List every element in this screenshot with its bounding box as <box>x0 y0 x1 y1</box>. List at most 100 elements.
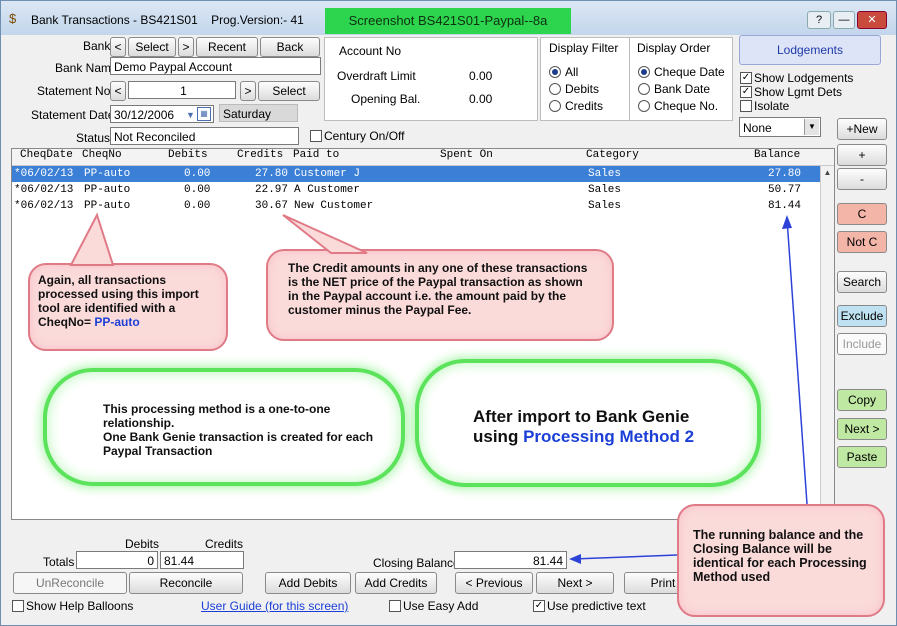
statement-select-button[interactable]: Select <box>258 81 320 101</box>
help-button[interactable]: ? <box>807 11 831 29</box>
century-checkbox[interactable] <box>310 130 322 142</box>
row-category: Sales <box>588 184 622 196</box>
lodgements-dropdown[interactable]: None ▼ <box>739 117 821 137</box>
bank-transactions-window: $ Bank Transactions - BS421S01 Prog.Vers… <box>0 0 897 626</box>
paste-button[interactable]: Paste <box>837 446 887 468</box>
back-button[interactable]: Back <box>260 37 320 57</box>
bank-name-label: Bank Name <box>55 61 118 75</box>
col-debits[interactable]: Debits <box>168 149 208 161</box>
show-help-checkbox[interactable] <box>12 600 24 612</box>
close-icon[interactable]: ✕ <box>857 11 887 29</box>
new-button[interactable]: +New <box>837 118 887 140</box>
grid-header: CheqDate CheqNo Debits Credits Paid to S… <box>12 149 834 166</box>
row-category: Sales <box>588 200 622 212</box>
next-right-button[interactable]: Next > <box>837 418 887 440</box>
row-debits: 0.00 <box>184 168 211 180</box>
order-bank-date-radio[interactable] <box>638 83 650 95</box>
previous-button[interactable]: < Previous <box>455 572 533 594</box>
overdraft-value: 0.00 <box>469 69 493 83</box>
closing-balance-field: 81.44 <box>454 551 567 569</box>
col-cheqno[interactable]: CheqNo <box>82 149 122 161</box>
minimize-icon[interactable]: — <box>833 11 855 29</box>
table-row[interactable]: *06/02/13 PP-auto 0.00 22.97 A Customer … <box>12 182 820 198</box>
lodgements-button[interactable]: Lodgements <box>739 35 881 65</box>
row-balance: 27.80 <box>768 168 802 180</box>
col-spent-on[interactable]: Spent On <box>440 149 493 161</box>
reconcile-button[interactable]: Reconcile <box>129 572 243 594</box>
row-date: *06/02/13 <box>14 184 74 196</box>
one-to-one-cloud: This processing method is a one-to-one r… <box>43 368 405 486</box>
unreconcile-button[interactable]: UnReconcile <box>13 572 127 594</box>
filter-all-radio[interactable] <box>549 66 561 78</box>
plus-button[interactable]: + <box>837 144 887 166</box>
order-cheque-no-radio[interactable] <box>638 100 650 112</box>
user-guide-link[interactable]: User Guide (for this screen) <box>201 599 348 613</box>
row-cheqno: PP-auto <box>84 168 131 180</box>
display-order-title: Display Order <box>637 41 711 55</box>
show-lgmt-dets-label: Show Lgmt Dets <box>754 85 843 99</box>
statement-day-field: Saturday <box>219 104 298 122</box>
table-row[interactable]: *06/02/13 PP-auto 0.00 30.67 New Custome… <box>12 198 820 214</box>
easy-add-label: Use Easy Add <box>403 599 479 613</box>
row-balance: 50.77 <box>768 184 802 196</box>
show-lodgements-checkbox[interactable]: ✓ <box>740 72 752 84</box>
table-row[interactable]: *06/02/13 PP-auto 0.00 27.80 Customer J … <box>12 166 820 182</box>
bank-select-button[interactable]: Select <box>128 37 176 57</box>
minus-button[interactable]: - <box>837 168 887 190</box>
recent-button[interactable]: Recent <box>196 37 258 57</box>
row-paid-to: New Customer <box>294 200 374 212</box>
statement-date-field[interactable]: 30/12/2006 ▼ ▦ <box>110 105 214 123</box>
show-help-label: Show Help Balloons <box>26 599 134 613</box>
isolate-checkbox[interactable] <box>740 100 752 112</box>
filter-debits-radio[interactable] <box>549 83 561 95</box>
bank-name-field[interactable]: Demo Paypal Account <box>110 57 321 75</box>
ppauto-callout: Again, all transactions processed using … <box>28 263 228 351</box>
order-bank-date-label: Bank Date <box>654 82 711 96</box>
method-cloud-highlight: Processing Method 2 <box>523 427 695 446</box>
filter-debits-label: Debits <box>565 82 600 96</box>
copy-button[interactable]: Copy <box>837 389 887 411</box>
easy-add-checkbox[interactable] <box>389 600 401 612</box>
col-category[interactable]: Category <box>586 149 639 161</box>
statement-date-label: Statement Date <box>31 108 115 122</box>
credit-callout: The Credit amounts in any one of these t… <box>266 249 614 341</box>
not-clear-button[interactable]: Not C <box>837 231 887 253</box>
filter-credits-radio[interactable] <box>549 100 561 112</box>
status-label: Status <box>76 131 111 145</box>
statement-no-field[interactable]: 1 <box>128 81 236 99</box>
app-icon: $ <box>9 11 17 26</box>
chevron-down-icon[interactable]: ▼ <box>804 119 819 135</box>
grid-scrollbar[interactable]: ▲ <box>820 166 834 518</box>
show-lgmt-dets-checkbox[interactable]: ✓ <box>740 86 752 98</box>
display-filter-title: Display Filter <box>549 41 619 55</box>
include-button[interactable]: Include <box>837 333 887 355</box>
col-balance[interactable]: Balance <box>754 149 800 161</box>
row-category: Sales <box>588 168 622 180</box>
statement-prev-button[interactable]: < <box>110 81 126 101</box>
next-button[interactable]: Next > <box>536 572 614 594</box>
col-paid-to[interactable]: Paid to <box>293 149 339 161</box>
exclude-button[interactable]: Exclude <box>837 305 887 327</box>
filter-all-label: All <box>565 65 579 79</box>
predictive-checkbox[interactable]: ✓ <box>533 600 545 612</box>
statement-next-button[interactable]: > <box>240 81 256 101</box>
balance-callout: The running balance and the Closing Bala… <box>677 504 885 617</box>
scroll-up-icon[interactable]: ▲ <box>821 166 834 180</box>
row-cheqno: PP-auto <box>84 184 131 196</box>
screenshot-banner: Screenshot BS421S01-Paypal--8a <box>325 8 571 34</box>
order-cheque-date-radio[interactable] <box>638 66 650 78</box>
add-debits-button[interactable]: Add Debits <box>265 572 351 594</box>
chevron-down-icon[interactable]: ▼ <box>186 106 195 124</box>
filter-credits-label: Credits <box>565 99 604 113</box>
calendar-icon[interactable]: ▦ <box>197 107 211 121</box>
col-cheqdate[interactable]: CheqDate <box>20 149 73 161</box>
row-credits: 30.67 <box>255 200 289 212</box>
clear-button[interactable]: C <box>837 203 887 225</box>
add-credits-button[interactable]: Add Credits <box>355 572 437 594</box>
row-date: *06/02/13 <box>14 200 74 212</box>
bank-prev-button[interactable]: < <box>110 37 126 57</box>
col-credits[interactable]: Credits <box>237 149 283 161</box>
bank-next-button[interactable]: > <box>178 37 194 57</box>
search-button[interactable]: Search <box>837 271 887 293</box>
totals-credits-header: Credits <box>205 537 244 551</box>
